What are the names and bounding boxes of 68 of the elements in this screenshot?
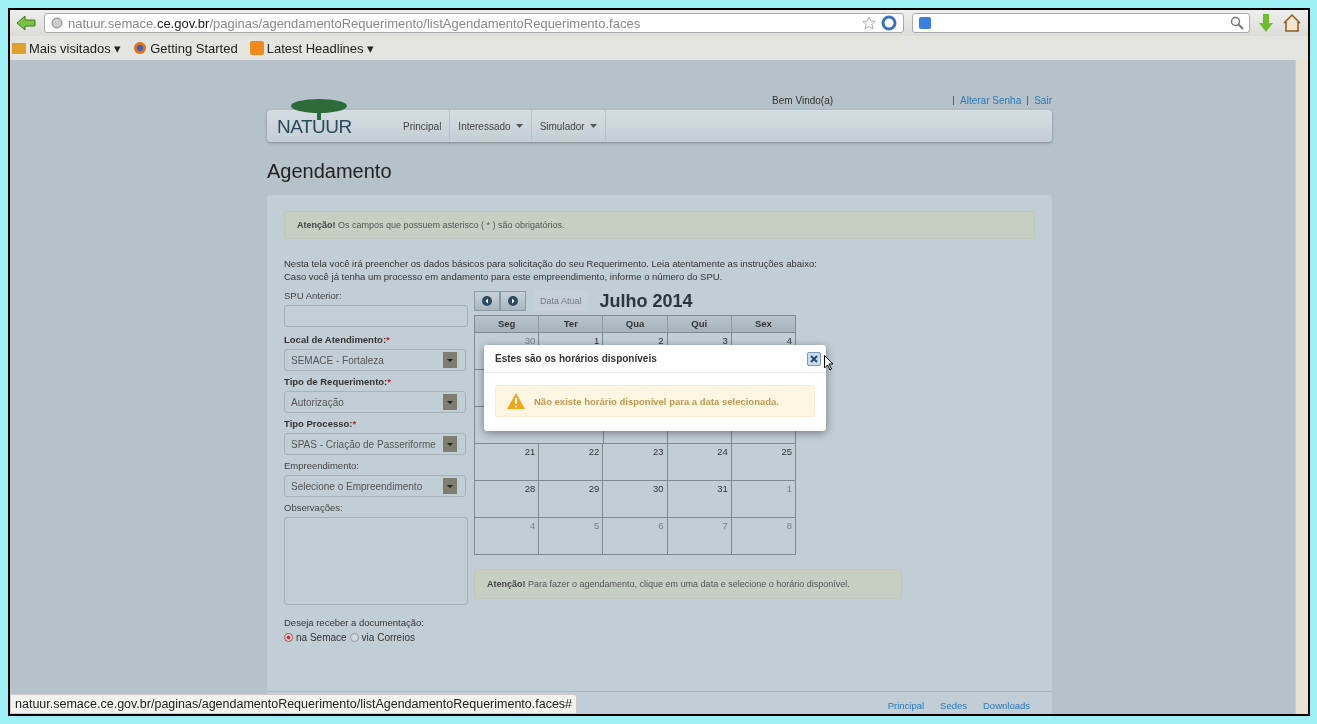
address-bar[interactable]: natuur.semace.ce.gov.br/paginas/agendamentoRequerimento/listAgendamentoRequerimento.faces (44, 13, 904, 33)
bookmark-item[interactable]: Latest Headlines ▾ (249, 40, 375, 56)
textarea-field[interactable] (284, 517, 468, 605)
search-engine-icon (918, 16, 932, 30)
warning-icon (506, 392, 526, 410)
radio-option[interactable]: na Semace (284, 632, 347, 643)
nav-item[interactable]: Simulador (531, 110, 606, 142)
weekday-header: Seg (496, 317, 517, 331)
dialog-title: Estes são os horários disponíveis (495, 353, 657, 364)
nav-item[interactable]: Interessado (450, 110, 532, 142)
calendar-day[interactable]: 22 (538, 444, 603, 480)
bookmark-item[interactable]: Getting Started (133, 40, 238, 56)
home-icon[interactable] (1282, 13, 1302, 33)
scrollbar[interactable] (1295, 60, 1308, 714)
reload-icon[interactable] (881, 15, 897, 31)
next-month-button[interactable] (500, 291, 526, 311)
intro-text: Nesta tela você irá preencher os dados básicos para solicitação do seu Requerimento. Leia atentamente as instruções abaixo: (284, 257, 818, 270)
weekday-header: Qui (666, 316, 731, 332)
field-label: Tipo Processo:* (284, 417, 358, 431)
calendar-day[interactable]: 25 (730, 444, 795, 480)
caret-icon (589, 124, 597, 128)
radio-option[interactable]: via Correios (349, 632, 415, 643)
select-field[interactable]: SPAS - Criação de Passeriforme (284, 433, 466, 455)
search-icon[interactable] (1230, 16, 1244, 30)
intro-text: Caso você já tenha um processo em andamento para este empreendimento, informe o número do SPU. (284, 270, 724, 283)
globe-icon (133, 41, 148, 55)
globe-icon (51, 17, 63, 29)
calendar-day[interactable]: 21 (475, 444, 539, 480)
tree-icon (289, 98, 349, 120)
field-label: Deseja receber a documentação: (284, 617, 425, 628)
previous-month-button[interactable] (474, 291, 500, 311)
nav-item[interactable]: Principal (395, 110, 451, 142)
status-bar: natuur.semace.ce.gov.br/paginas/agendamentoRequerimento/listAgendamentoRequerimento.faces# (10, 694, 578, 714)
feed-icon (249, 41, 264, 55)
month-title: Julho 2014 (599, 290, 693, 312)
search-field[interactable] (912, 13, 1250, 33)
calendar-day[interactable]: 24 (666, 444, 731, 480)
weekday-header: Qua (602, 316, 667, 332)
calendar-day[interactable]: 28 (475, 481, 539, 517)
calendar-day[interactable]: 30 (602, 481, 667, 517)
close-button[interactable] (807, 351, 821, 366)
alert-message: Atenção! Os campos que possuem asterisco ( * ) são obrigatórios. (284, 211, 1035, 239)
caret-icon (515, 124, 523, 128)
calendar-day[interactable]: 29 (538, 481, 603, 517)
select-field[interactable]: SEMACE - Fortaleza (284, 349, 466, 371)
field-label: Tipo de Requerimento:* (284, 375, 392, 389)
logo-text: NATUUR (277, 116, 352, 138)
field-label: Empreendimento: (284, 459, 360, 473)
field-label: Observações: (284, 501, 344, 515)
url-text: natuur.semace.ce.gov.br/paginas/agendamentoRequerimento/listAgendamentoRequerimento.faces (68, 15, 641, 31)
alert-message: Atenção! Para fazer o agendamento, clique em uma data e selecione o horário disponível. (474, 569, 902, 599)
star-icon[interactable] (862, 16, 876, 30)
weekday-header: Sex (730, 316, 795, 332)
folder-icon (12, 42, 26, 54)
bookmark-item[interactable]: Mais visitados ▾ (12, 40, 122, 56)
field-label: SPU Anterior: (284, 289, 343, 303)
calendar-day[interactable]: 23 (602, 444, 667, 480)
field-label: Local de Atendimento:* (284, 333, 391, 347)
welcome-text: Bem Vindo(a) (772, 94, 834, 106)
warning-message: Não existe horário disponível para a data selecionada. (495, 385, 815, 417)
calendar-day[interactable]: 31 (666, 481, 731, 517)
page-title: Agendamento (267, 160, 393, 183)
input-field[interactable] (284, 305, 468, 327)
select-field[interactable]: Selecione o Empreendimento (284, 475, 466, 497)
weekday-header: Ter (538, 316, 603, 332)
back-arrow-icon[interactable] (16, 15, 36, 31)
select-field[interactable]: Autorização (284, 391, 466, 413)
close-icon (810, 354, 818, 363)
